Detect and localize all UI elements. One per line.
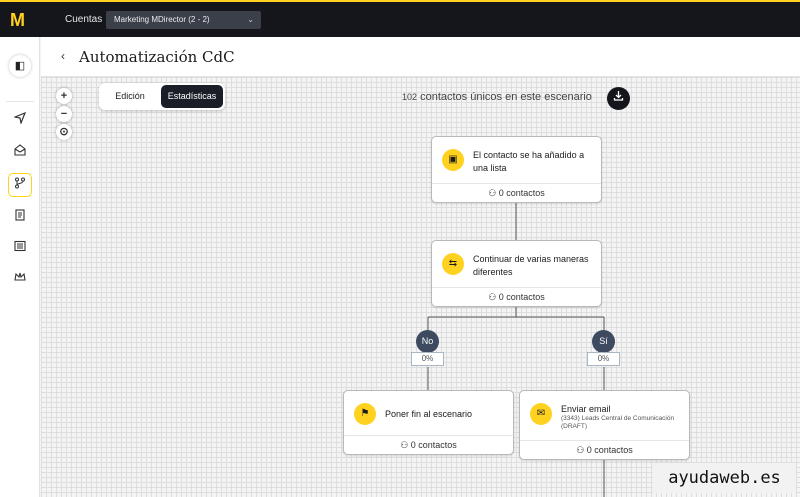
account-select-value: Marketing MDirector (2 - 2) <box>114 15 210 24</box>
node-title: El contacto se ha añadido a una lista <box>473 150 585 173</box>
node-contacts: ⚇ 0 contactos <box>432 183 601 202</box>
user-icon: ⚇ <box>488 188 497 198</box>
mail-icon: ✉ <box>530 403 552 425</box>
branch-yes-badge[interactable]: Sí <box>592 330 615 353</box>
sidebar-toggle-icon[interactable]: ◧ <box>9 55 31 77</box>
send-icon[interactable] <box>8 109 32 133</box>
node-contacts: ⚇ 0 contactos <box>432 287 601 306</box>
list-icon[interactable] <box>8 237 32 261</box>
app-logo[interactable]: M <box>10 10 32 30</box>
branch-icon[interactable] <box>8 173 32 197</box>
split-node[interactable]: ⇆ Continuar de varias maneras diferentes… <box>431 240 602 307</box>
node-contacts: ⚇ 0 contactos <box>344 435 513 454</box>
branch-no-percent: 0% <box>411 352 444 366</box>
back-chevron-icon[interactable]: ‹ <box>61 49 65 63</box>
trigger-node[interactable]: ▣ El contacto se ha añadido a una lista … <box>431 136 602 203</box>
send-email-node[interactable]: ✉ Enviar email (3343) Leads Central de C… <box>519 390 690 460</box>
list-add-icon: ▣ <box>442 149 464 171</box>
flag-icon: ⚑ <box>354 403 376 425</box>
document-icon[interactable] <box>8 206 32 230</box>
page-title: Automatización CdC <box>79 48 235 66</box>
accounts-label: Cuentas <box>65 14 103 25</box>
node-title: Continuar de varias maneras diferentes <box>473 254 589 277</box>
user-icon: ⚇ <box>488 292 497 302</box>
chevron-down-icon: ⌄ <box>247 15 254 24</box>
swap-arrows-icon: ⇆ <box>442 253 464 275</box>
workflow-canvas[interactable]: + − ⊙ Edición Estadísticas 102 contactos… <box>41 77 800 497</box>
crown-icon[interactable] <box>8 268 32 292</box>
branch-no-badge[interactable]: No <box>416 330 439 353</box>
node-subtitle: (3343) Leads Central de Comunicación (DR… <box>561 415 675 430</box>
mail-open-icon[interactable] <box>8 141 32 165</box>
sidebar-divider <box>6 101 34 102</box>
watermark: ayudaweb.es <box>653 463 796 493</box>
user-icon: ⚇ <box>576 445 585 455</box>
end-scenario-node[interactable]: ⚑ Poner fin al escenario ⚇ 0 contactos <box>343 390 514 455</box>
account-select[interactable]: Marketing MDirector (2 - 2) ⌄ <box>106 11 261 29</box>
node-title: Poner fin al escenario <box>385 409 473 419</box>
node-contacts: ⚇ 0 contactos <box>520 440 689 459</box>
user-icon: ⚇ <box>400 440 409 450</box>
branch-yes-percent: 0% <box>587 352 620 366</box>
page-header: ‹ Automatización CdC <box>41 37 800 77</box>
top-bar: M Cuentas Marketing MDirector (2 - 2) ⌄ <box>0 0 800 37</box>
sidebar: ◧ <box>0 37 40 497</box>
